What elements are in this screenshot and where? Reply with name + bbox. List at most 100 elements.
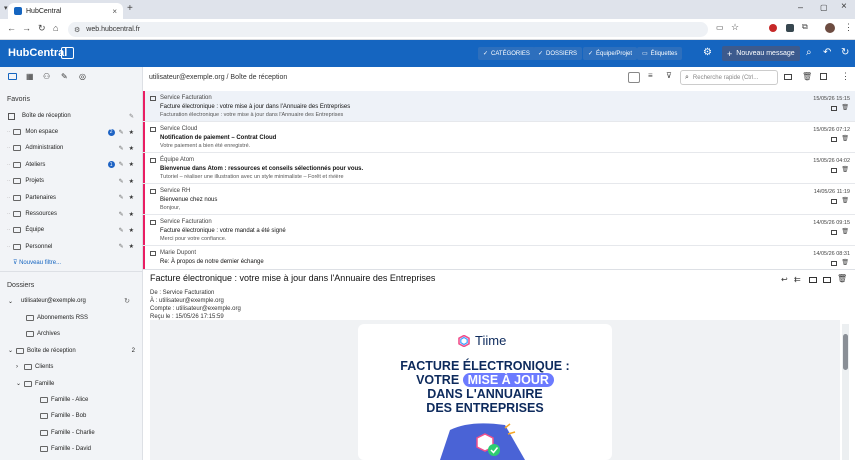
delete-icon[interactable]: 🗑 — [841, 228, 849, 235]
drag-handle-icon[interactable]: ·· — [7, 211, 10, 217]
star-icon[interactable]: ★ — [129, 178, 134, 185]
message-row[interactable]: Service Facturation Facture électronique … — [143, 215, 855, 246]
close-tab-icon[interactable]: × — [112, 7, 117, 16]
forward-icon[interactable]: → — [22, 23, 31, 33]
drag-handle-icon[interactable]: ·· — [7, 129, 10, 135]
extensions-puzzle-icon[interactable]: ⧉ — [802, 22, 808, 32]
home-icon[interactable]: ⌂ — [53, 23, 58, 33]
filter-list-icon[interactable]: ⊽ — [666, 71, 672, 80]
star-icon[interactable]: ★ — [129, 211, 134, 218]
calendar-icon[interactable]: ▦ — [26, 72, 34, 81]
drag-handle-icon[interactable]: ·· — [7, 195, 10, 201]
edit-icon[interactable]: ✎ — [119, 161, 124, 168]
account-row[interactable]: ⌄ utilisateur@exemple.org ↻ — [0, 293, 143, 309]
folder-row[interactable]: Famille - David — [0, 441, 143, 457]
reply-all-icon[interactable]: ⇇ — [794, 275, 801, 284]
delete-icon[interactable]: 🗑 — [841, 166, 849, 173]
reading-pane-toggle-icon[interactable] — [628, 72, 640, 83]
back-icon[interactable]: ← — [7, 23, 16, 33]
message-row[interactable]: Service Cloud Notification de paiement – … — [143, 122, 855, 153]
bookmark-star-icon[interactable]: ☆ — [731, 22, 739, 33]
edit-icon[interactable]: ✎ — [119, 129, 124, 136]
folder-row[interactable]: Abonnements RSS — [0, 310, 143, 326]
mark-read-icon[interactable] — [831, 106, 837, 111]
tasks-icon[interactable]: ◎ — [79, 72, 86, 81]
select-all-icon[interactable] — [820, 73, 827, 80]
drag-handle-icon[interactable]: ·· — [7, 227, 10, 233]
delete-icon[interactable]: 🗑 — [841, 259, 849, 266]
delete-icon[interactable]: 🗑 — [841, 135, 849, 142]
scrollbar[interactable] — [842, 324, 849, 460]
star-icon[interactable]: ★ — [129, 129, 134, 136]
star-icon[interactable]: ★ — [129, 243, 134, 250]
mark-read-icon[interactable] — [831, 199, 837, 204]
sidebar-item-inbox[interactable]: Boîte de réception ✎ — [0, 108, 143, 124]
mark-read-icon[interactable] — [831, 137, 837, 142]
maximize-icon[interactable]: ▢ — [820, 3, 828, 12]
folder-row[interactable]: Famille - Charlie — [0, 425, 143, 441]
new-tab-icon[interactable]: + — [127, 3, 133, 14]
reply-icon[interactable]: ↩ — [781, 275, 788, 284]
delete-message-icon[interactable]: 🗑 — [837, 274, 847, 283]
sidebar-item-favorite[interactable]: ·· Administration ✎ ★ — [0, 140, 143, 156]
edit-icon[interactable]: ✎ — [119, 227, 124, 234]
edit-icon[interactable]: ✎ — [119, 145, 124, 152]
star-icon[interactable]: ★ — [129, 194, 134, 201]
url-text[interactable]: web.hubcentral.fr — [86, 26, 140, 33]
new-filter-link[interactable]: ⊽ Nouveau filtre... — [13, 259, 61, 266]
reload-icon[interactable]: ↻ — [38, 23, 46, 34]
app-logo[interactable]: HubCentral — [8, 47, 67, 59]
folder-row[interactable]: Famille - Alice — [0, 392, 143, 408]
extension-red-icon[interactable] — [769, 24, 777, 32]
settings-icon[interactable]: ⚙ — [703, 47, 712, 58]
folder-row[interactable]: ⌄ Famille — [0, 376, 143, 392]
mark-read-icon[interactable] — [831, 168, 837, 173]
search-icon[interactable]: ⌕ — [806, 47, 812, 58]
star-icon[interactable]: ★ — [129, 145, 134, 152]
delete-icon[interactable]: 🗑 — [841, 104, 849, 111]
edit-icon[interactable]: ✎ — [119, 178, 124, 185]
sidebar-item-favorite[interactable]: ·· Partenaires ✎ ★ — [0, 190, 143, 206]
edit-icon[interactable]: ✎ — [129, 113, 134, 120]
folder-row[interactable]: › Clients — [0, 359, 143, 375]
folder-row[interactable]: ⌄ Boîte de réception 2 — [0, 343, 143, 359]
new-message-button[interactable]: + Nouveau message — [722, 46, 800, 61]
sort-icon[interactable]: ≡ — [648, 71, 653, 80]
extension-shield-icon[interactable] — [786, 24, 794, 32]
edit-icon[interactable]: ✎ — [119, 194, 124, 201]
chevron-down-icon[interactable]: ⌄ — [8, 347, 13, 354]
message-row[interactable]: Service Facturation Facture électronique … — [143, 91, 855, 122]
chevron-right-icon[interactable]: › — [16, 364, 18, 370]
drag-handle-icon[interactable]: ·· — [7, 244, 10, 250]
sidebar-item-favorite[interactable]: ·· Ressources ✎ ★ — [0, 206, 143, 222]
sidebar-item-favorite[interactable]: ·· Ateliers 1 ✎ ★ — [0, 157, 143, 173]
drag-handle-icon[interactable]: ·· — [7, 145, 10, 151]
tab-search-icon[interactable]: ▾ — [4, 4, 8, 12]
drag-handle-icon[interactable]: ·· — [7, 178, 10, 184]
sidebar-item-favorite[interactable]: ·· Personnel ✎ ★ — [0, 239, 143, 255]
address-bar[interactable]: ⚙ web.hubcentral.fr — [68, 22, 708, 37]
mailbox-icon[interactable] — [61, 47, 74, 59]
mark-read-icon[interactable] — [831, 230, 837, 235]
folders-button[interactable]: ✓ DOSSIERS — [533, 47, 583, 60]
mail-view-icon[interactable] — [8, 73, 17, 80]
team-project-button[interactable]: ✓ Équipe/Projet — [583, 47, 638, 60]
edit-icon[interactable]: ✎ — [119, 211, 124, 218]
sidebar-item-favorite[interactable]: ·· Projets ✎ ★ — [0, 173, 143, 189]
delete-icon[interactable]: 🗑 — [841, 197, 849, 204]
refresh-icon[interactable]: ↻ — [841, 47, 849, 58]
mark-read-icon[interactable] — [784, 74, 792, 80]
mark-unread-icon[interactable] — [823, 277, 831, 283]
folder-row[interactable]: Archives — [0, 326, 143, 342]
labels-button[interactable]: ▭ Étiquettes — [637, 47, 683, 60]
sidebar-item-favorite[interactable]: ·· Équipe ✎ ★ — [0, 222, 143, 238]
window-close-icon[interactable]: × — [841, 1, 847, 12]
message-row[interactable]: Service RH Bienvenue chez nous Bonjour, 14/… — [143, 184, 855, 215]
star-icon[interactable]: ★ — [129, 161, 134, 168]
profile-avatar[interactable] — [825, 23, 835, 33]
drag-handle-icon[interactable]: ·· — [7, 162, 10, 168]
sidebar-item-favorite[interactable]: ·· Mon espace 2 ✎ ★ — [0, 124, 143, 140]
message-row[interactable]: Équipe Atom Bienvenue dans Atom : ressour… — [143, 153, 855, 184]
chevron-down-icon[interactable]: ⌄ — [16, 380, 21, 387]
quick-search-input[interactable]: ⌕ Recherche rapide (Ctrl... — [680, 70, 778, 85]
